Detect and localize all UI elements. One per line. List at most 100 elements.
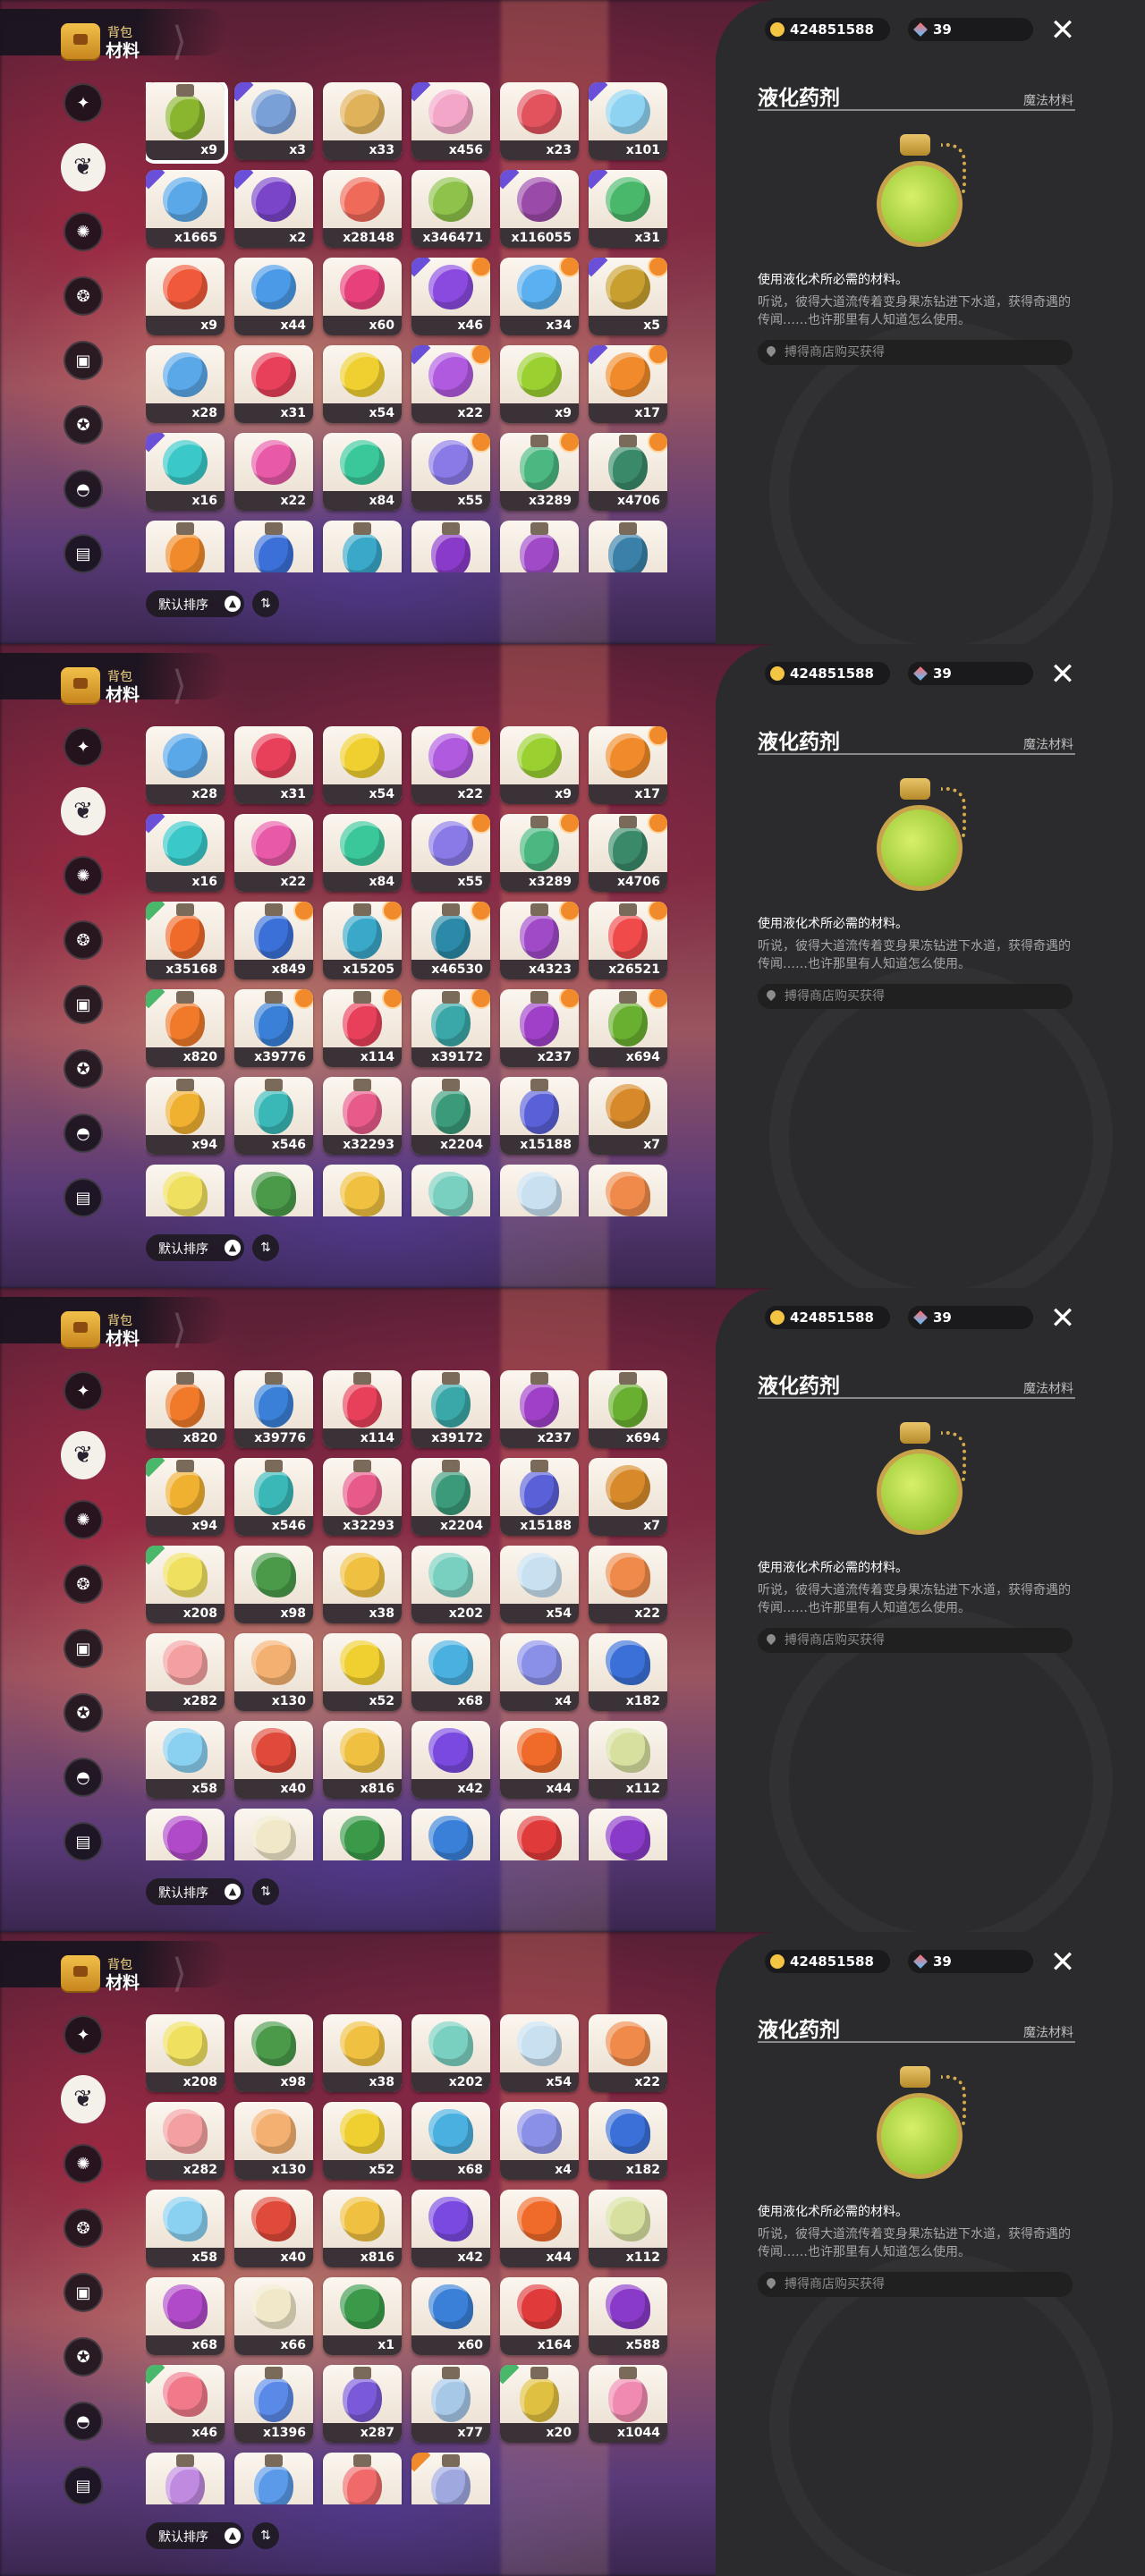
item-slot[interactable]: x588 [589, 2277, 667, 2355]
item-slot[interactable]: x820 [146, 1370, 225, 1448]
item-slot[interactable]: x1 [323, 2277, 402, 2355]
item-slot[interactable]: x23 [500, 82, 579, 160]
item-slot[interactable]: x546 [234, 1458, 313, 1536]
item-slot[interactable]: x237 [500, 1370, 579, 1448]
item-slot[interactable]: x40 [234, 2190, 313, 2267]
item-slot[interactable]: x4323 [500, 902, 579, 979]
item-grid[interactable]: x28 x31 x54 x22 x9 x17 x16 x22 x84 x55 x3289 x4706 x… [146, 726, 674, 1216]
item-slot[interactable]: x98 [234, 1546, 313, 1623]
item-slot[interactable]: x9 [146, 82, 228, 164]
item-slot[interactable]: x7 [589, 1077, 667, 1155]
item-slot[interactable]: x52 [323, 1633, 402, 1711]
acorn-icon[interactable]: ◓ [61, 467, 106, 512]
item-slot[interactable]: x16 [146, 433, 225, 511]
sort-order-button[interactable]: ⇅ [252, 1234, 279, 1261]
chest-icon[interactable]: ▣ [61, 2270, 106, 2315]
item-slot[interactable]: x22 [589, 2014, 667, 2092]
item-slot[interactable] [589, 1165, 667, 1216]
item-slot[interactable]: x44 [234, 258, 313, 335]
item-slot[interactable]: x282 [146, 1633, 225, 1711]
item-slot[interactable]: x39776 [234, 989, 313, 1067]
item-slot[interactable]: x130 [234, 2102, 313, 2180]
item-slot[interactable]: x164 [500, 1809, 579, 1860]
item-slot[interactable]: x46 [411, 258, 490, 335]
seed-icon[interactable]: ❂ [61, 2206, 106, 2250]
item-slot[interactable]: x816 [323, 2190, 402, 2267]
star-icon[interactable]: ✦ [61, 80, 106, 125]
item-slot[interactable]: x182 [589, 2102, 667, 2180]
item-slot[interactable]: x3 [234, 82, 313, 160]
item-slot[interactable]: x112 [589, 1721, 667, 1799]
orb-icon[interactable]: ✪ [61, 2334, 106, 2379]
item-slot[interactable]: x28 [146, 726, 225, 804]
item-slot[interactable]: x31 [234, 726, 313, 804]
gear-icon[interactable]: ✺ [61, 2141, 106, 2186]
item-slot[interactable] [500, 521, 579, 572]
star-icon[interactable]: ✦ [61, 724, 106, 769]
orb-icon[interactable]: ✪ [61, 402, 106, 447]
chest-icon[interactable]: ▣ [61, 338, 106, 383]
sort-dropdown[interactable]: 默认排序 ▲ [146, 1878, 244, 1905]
item-slot[interactable]: x4 [500, 1633, 579, 1711]
item-slot[interactable]: x68 [146, 2277, 225, 2355]
gear-icon[interactable]: ✺ [61, 209, 106, 254]
item-slot[interactable]: x54 [500, 2014, 579, 2092]
item-slot[interactable]: x805 [323, 2453, 402, 2504]
seed-icon[interactable]: ❂ [61, 918, 106, 962]
item-slot[interactable] [589, 521, 667, 572]
item-slot[interactable]: x60 [323, 258, 402, 335]
item-slot[interactable]: x4 [500, 2102, 579, 2180]
item-slot[interactable] [323, 521, 402, 572]
item-slot[interactable]: x40 [234, 1721, 313, 1799]
item-slot[interactable]: x32293 [323, 1458, 402, 1536]
item-slot[interactable] [234, 521, 313, 572]
item-slot[interactable]: x182 [589, 1633, 667, 1711]
star-icon[interactable]: ✦ [61, 1368, 106, 1413]
item-slot[interactable]: x17 [589, 345, 667, 423]
item-slot[interactable]: x22 [234, 814, 313, 892]
item-slot[interactable]: x1751 [146, 2453, 225, 2504]
item-slot[interactable]: x101 [589, 82, 667, 160]
item-slot[interactable]: x130 [234, 1633, 313, 1711]
item-slot[interactable]: x68 [411, 2102, 490, 2180]
item-slot[interactable]: x66 [234, 1809, 313, 1860]
item-slot[interactable]: x202 [411, 2014, 490, 2092]
item-slot[interactable]: x22 [234, 433, 313, 511]
item-slot[interactable] [234, 1165, 313, 1216]
item-slot[interactable]: x46 [146, 2365, 225, 2443]
sort-order-button[interactable]: ⇅ [252, 590, 279, 617]
item-slot[interactable]: x5520 [234, 2453, 313, 2504]
item-slot[interactable]: x9 [146, 258, 225, 335]
item-slot[interactable] [411, 1165, 490, 1216]
star-icon[interactable]: ✦ [61, 2012, 106, 2057]
item-slot[interactable]: x16 [146, 814, 225, 892]
basket-icon[interactable]: ▤ [61, 1175, 106, 1220]
item-slot[interactable]: x55 [411, 814, 490, 892]
item-slot[interactable]: x694 [589, 1370, 667, 1448]
item-slot[interactable]: x66 [234, 2277, 313, 2355]
item-slot[interactable]: x346471 [411, 170, 490, 248]
item-slot[interactable]: x28 [146, 345, 225, 423]
item-slot[interactable]: x44 [500, 2190, 579, 2267]
basket-icon[interactable]: ▤ [61, 2463, 106, 2508]
item-slot[interactable]: x208 [146, 2014, 225, 2092]
item-slot[interactable]: x17 [589, 726, 667, 804]
item-slot[interactable]: x4706 [589, 433, 667, 511]
item-slot[interactable]: x15205 [323, 902, 402, 979]
item-slot[interactable]: x54 [323, 345, 402, 423]
chest-icon[interactable]: ▣ [61, 982, 106, 1027]
acorn-icon[interactable]: ◓ [61, 1111, 106, 1156]
item-slot[interactable]: x2 [234, 170, 313, 248]
item-slot[interactable]: x1 [323, 1809, 402, 1860]
item-slot[interactable]: x15188 [500, 1077, 579, 1155]
item-slot[interactable]: x114 [323, 989, 402, 1067]
leaf-icon[interactable]: ❦ [61, 2075, 106, 2123]
close-icon[interactable]: ✕ [1045, 1947, 1081, 1978]
item-slot[interactable]: x282 [146, 2102, 225, 2180]
orb-icon[interactable]: ✪ [61, 1690, 106, 1735]
close-icon[interactable]: ✕ [1045, 1303, 1081, 1334]
item-slot[interactable]: x39776 [234, 1370, 313, 1448]
item-slot[interactable]: x7 [589, 1458, 667, 1536]
basket-icon[interactable]: ▤ [61, 531, 106, 576]
item-slot[interactable]: x75 [411, 2453, 490, 2504]
